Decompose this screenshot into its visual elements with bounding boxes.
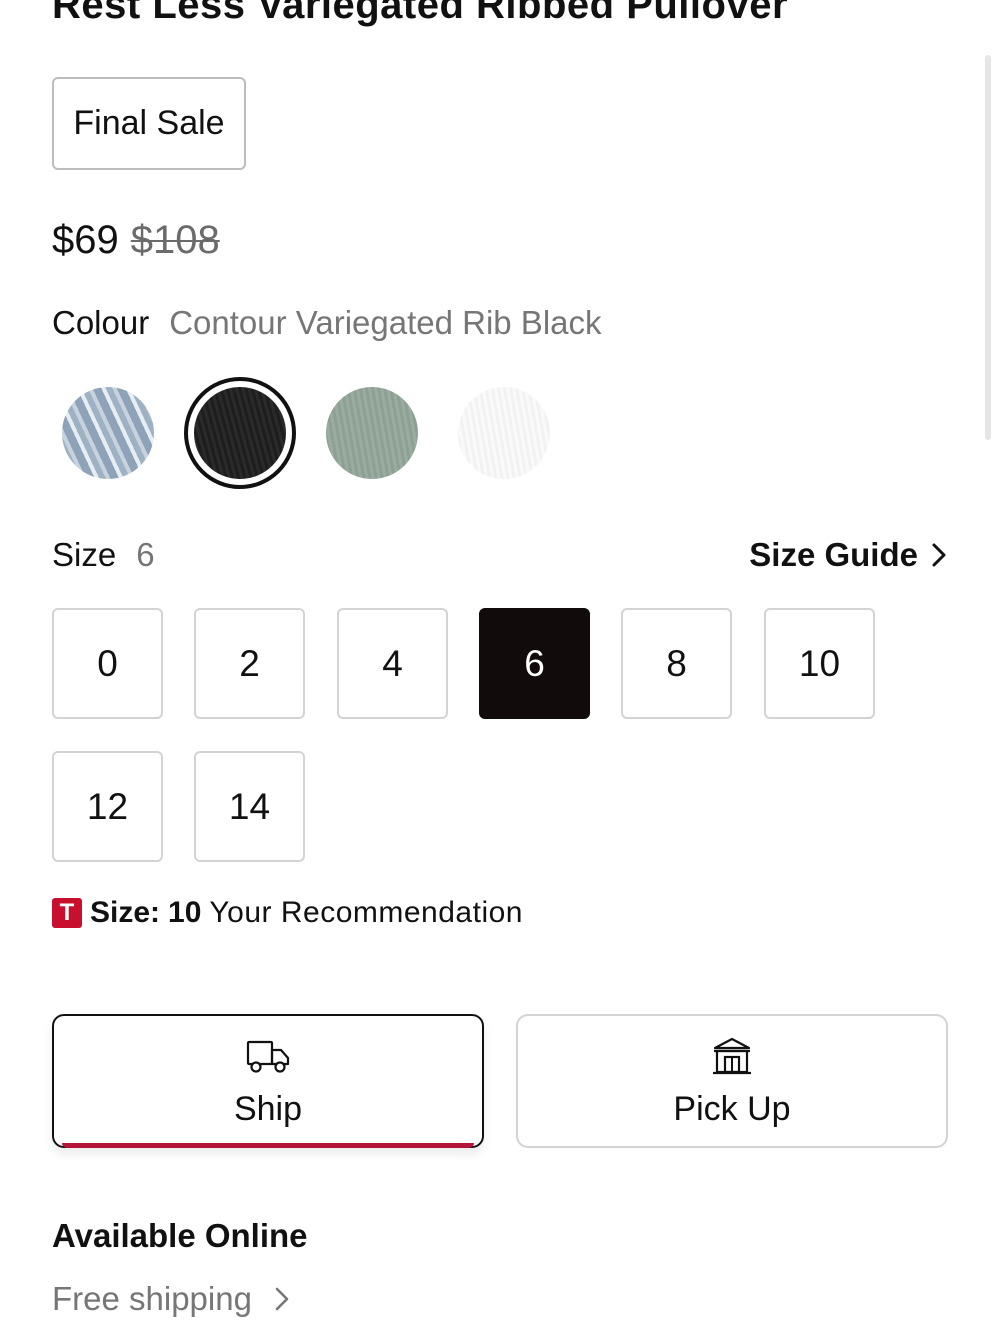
colour-swatch-black[interactable] [194,387,286,479]
size-recommendation[interactable]: T Size: 10 Your Recommendation [52,896,523,930]
size-option-12[interactable]: 12 [52,751,163,862]
colour-label: Colour [52,304,150,341]
product-detail-page: Rest Less Variegated Ribbed Pullover Fin… [0,0,1000,1333]
size-guide-label: Size Guide [749,536,918,573]
size-option-4[interactable]: 4 [337,608,448,719]
size-guide-link[interactable]: Size Guide [749,536,948,574]
size-option-8[interactable]: 8 [621,608,732,719]
selected-indicator [62,1143,474,1148]
recommendation-size-value: 10 [168,896,202,929]
availability-title: Available Online [52,1217,308,1254]
chevron-right-icon [932,543,946,567]
colour-row: Colour Contour Variegated Rib Black [52,304,602,342]
recommendation-size-label: Size: [90,896,161,929]
truck-icon [246,1040,290,1073]
chevron-right-icon [275,1287,289,1311]
final-sale-badge: Final Sale [52,77,246,170]
recommendation-text: Your Recommendation [209,896,523,929]
size-label: Size [52,536,117,573]
ship-option-button[interactable]: Ship [52,1014,484,1148]
colour-swatch-white[interactable] [458,387,550,479]
selected-size-value: 6 [136,536,155,573]
original-price: $108 [130,218,220,262]
size-option-10[interactable]: 10 [764,608,875,719]
pickup-label: Pick Up [673,1090,791,1128]
recommendation-badge-icon: T [52,898,82,928]
colour-swatch-light-blue[interactable] [62,387,154,479]
pickup-option-button[interactable]: Pick Up [516,1014,948,1148]
size-option-2[interactable]: 2 [194,608,305,719]
size-option-14[interactable]: 14 [194,751,305,862]
selected-colour-name: Contour Variegated Rib Black [169,304,602,341]
ship-label: Ship [233,1090,303,1128]
scrollbar[interactable] [985,55,991,440]
size-option-6[interactable]: 6 [479,608,590,719]
colour-swatch-sage-green[interactable] [326,387,418,479]
price-row: $69 $108 [52,218,220,263]
product-title: Rest Less Variegated Ribbed Pullover [52,0,789,27]
current-price: $69 [52,218,119,262]
size-option-0[interactable]: 0 [52,608,163,719]
free-shipping-link[interactable]: Free shipping [52,1280,290,1318]
free-shipping-label: Free shipping [52,1280,252,1317]
size-row: Size 6 [52,536,155,574]
store-icon [713,1037,751,1075]
